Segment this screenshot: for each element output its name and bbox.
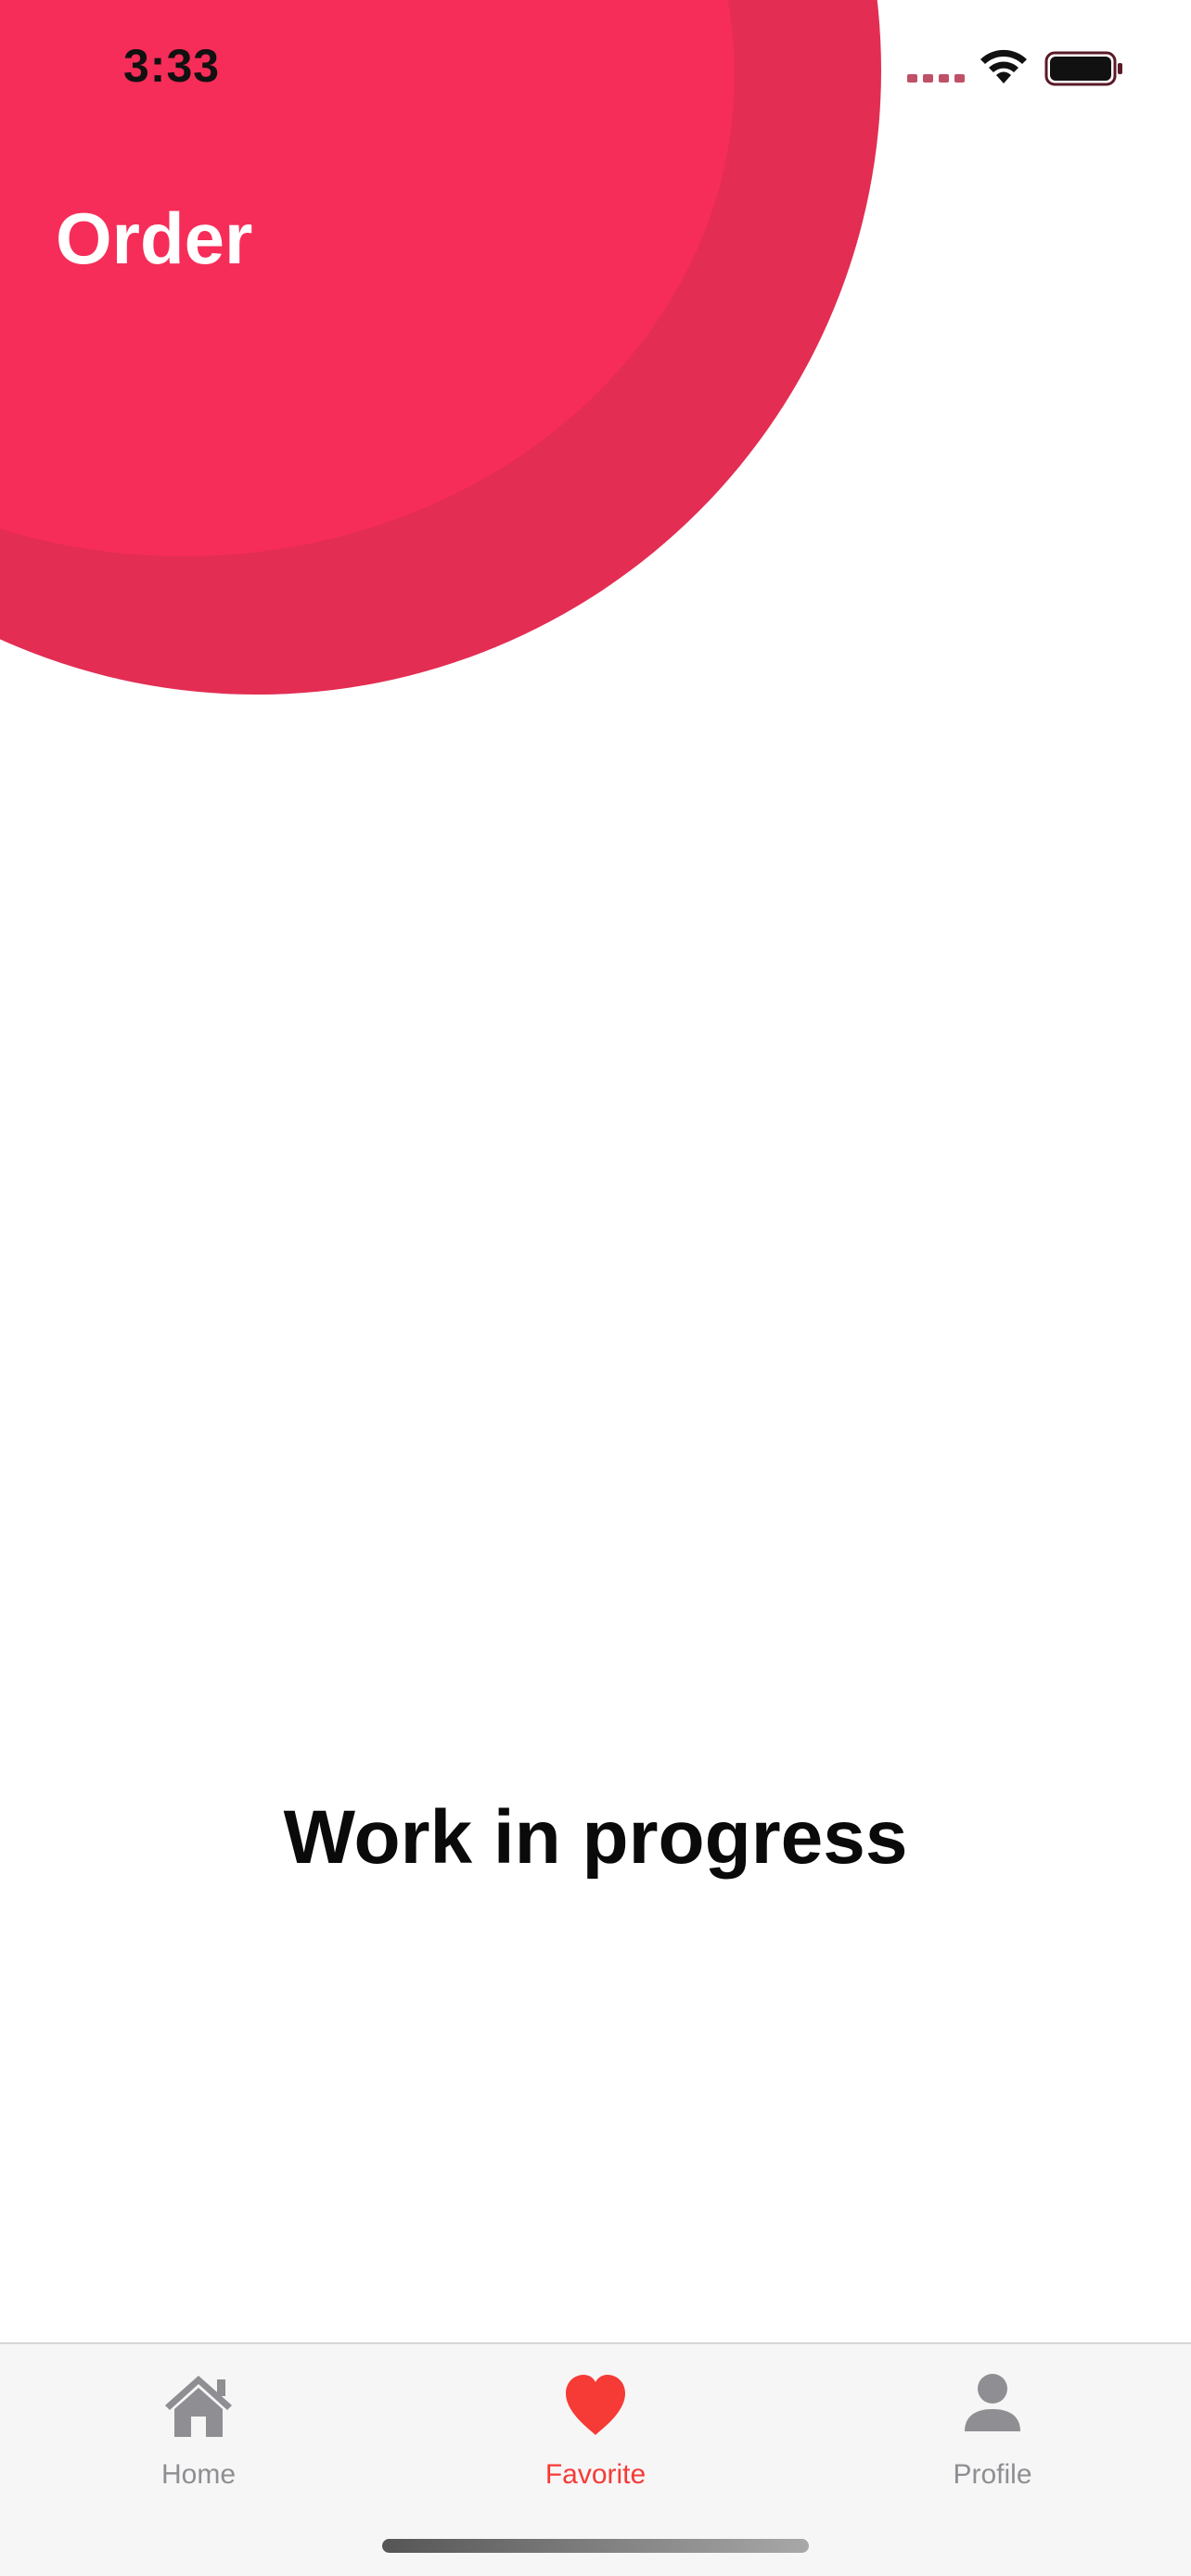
heart-icon xyxy=(566,2375,625,2435)
tab-favorite[interactable]: Favorite xyxy=(397,2344,794,2502)
tab-profile-label: Profile xyxy=(953,2459,1032,2490)
close-button[interactable]: Close xyxy=(988,206,1135,272)
wifi-icon xyxy=(980,49,1027,83)
tab-favorite-label: Favorite xyxy=(544,2459,647,2490)
person-icon xyxy=(965,2374,1020,2431)
cellular-icon xyxy=(907,74,965,83)
status-bar: 3:33 xyxy=(0,0,1191,130)
tab-home[interactable]: Home xyxy=(0,2344,397,2502)
home-indicator[interactable] xyxy=(382,2539,809,2553)
order-screen: 3:33 Order Close Work in progress Home F… xyxy=(0,0,1191,2576)
page-title: Order xyxy=(56,198,253,279)
status-time: 3:33 xyxy=(123,40,221,92)
tab-profile[interactable]: Profile xyxy=(794,2344,1191,2502)
home-icon xyxy=(165,2376,232,2437)
tab-home-label: Home xyxy=(160,2459,237,2490)
battery-icon xyxy=(1044,51,1122,86)
work-in-progress-message: Work in progress xyxy=(283,1795,908,1880)
